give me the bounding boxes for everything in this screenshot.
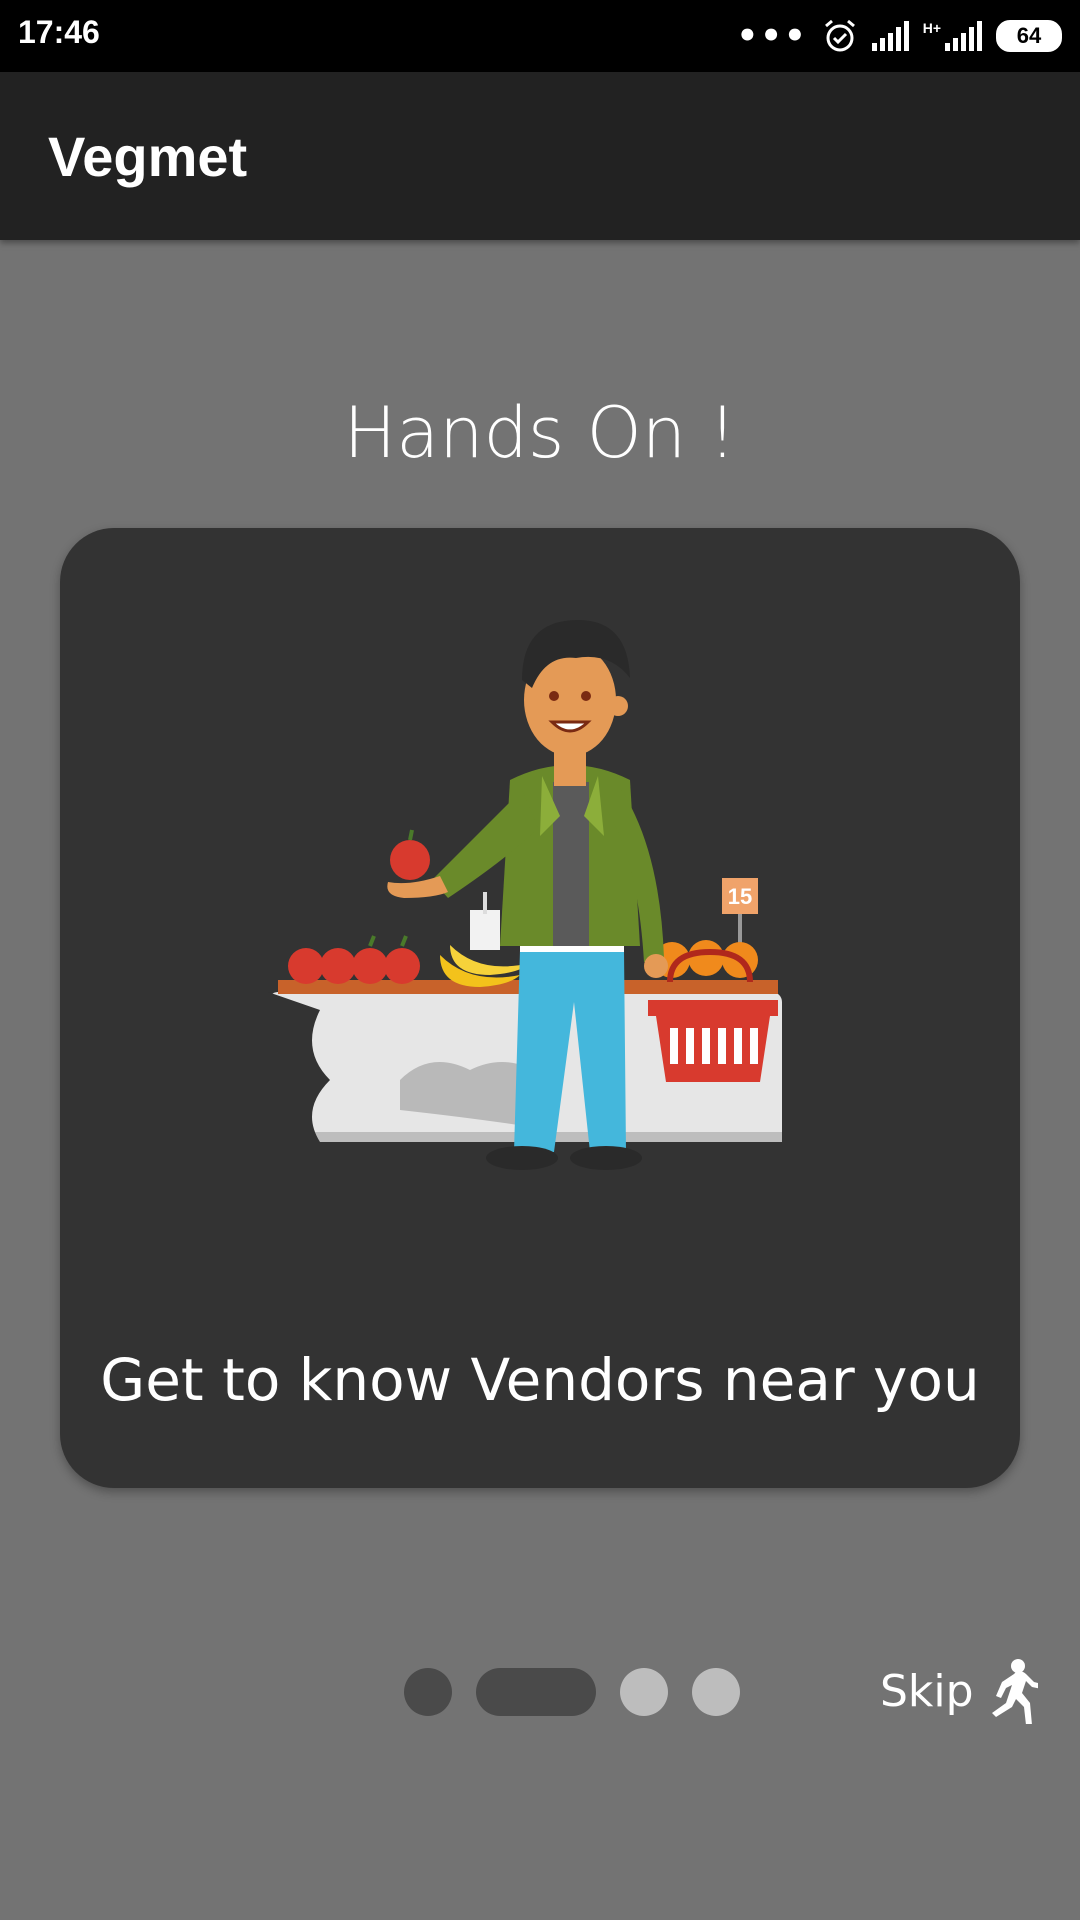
running-person-icon	[991, 1659, 1038, 1724]
more-dots-icon: •••	[736, 16, 808, 56]
signal-icon-2: H+	[923, 21, 982, 51]
page-indicator-dot-2[interactable]	[476, 1668, 596, 1716]
battery-icon: 64	[996, 20, 1062, 52]
page-indicator-dot-4[interactable]	[692, 1668, 740, 1716]
price-tag: 15	[728, 884, 752, 909]
onboarding-caption: Get to know Vendors near you	[100, 1346, 980, 1414]
app-title: Vegmet	[48, 125, 248, 188]
page-indicator	[404, 1668, 740, 1716]
page-indicator-dot-3[interactable]	[620, 1668, 668, 1716]
skip-button[interactable]: Skip	[880, 1656, 1038, 1726]
network-type: H+	[922, 20, 941, 36]
status-icons: ••• H+ 64	[736, 14, 1062, 58]
page-indicator-dot-1[interactable]	[404, 1668, 452, 1716]
battery-level: 64	[1016, 23, 1042, 48]
alarm-icon	[824, 19, 855, 52]
onboarding-headline: Hands On !	[343, 392, 737, 474]
skip-label: Skip	[880, 1665, 974, 1717]
signal-icon	[871, 21, 909, 51]
app-bar: Vegmet	[0, 72, 1080, 240]
vendor-market-illustration: 15	[268, 620, 782, 1170]
status-time: 17:46	[18, 14, 100, 50]
status-bar: 17:46 ••• H+ 64	[0, 0, 1080, 72]
